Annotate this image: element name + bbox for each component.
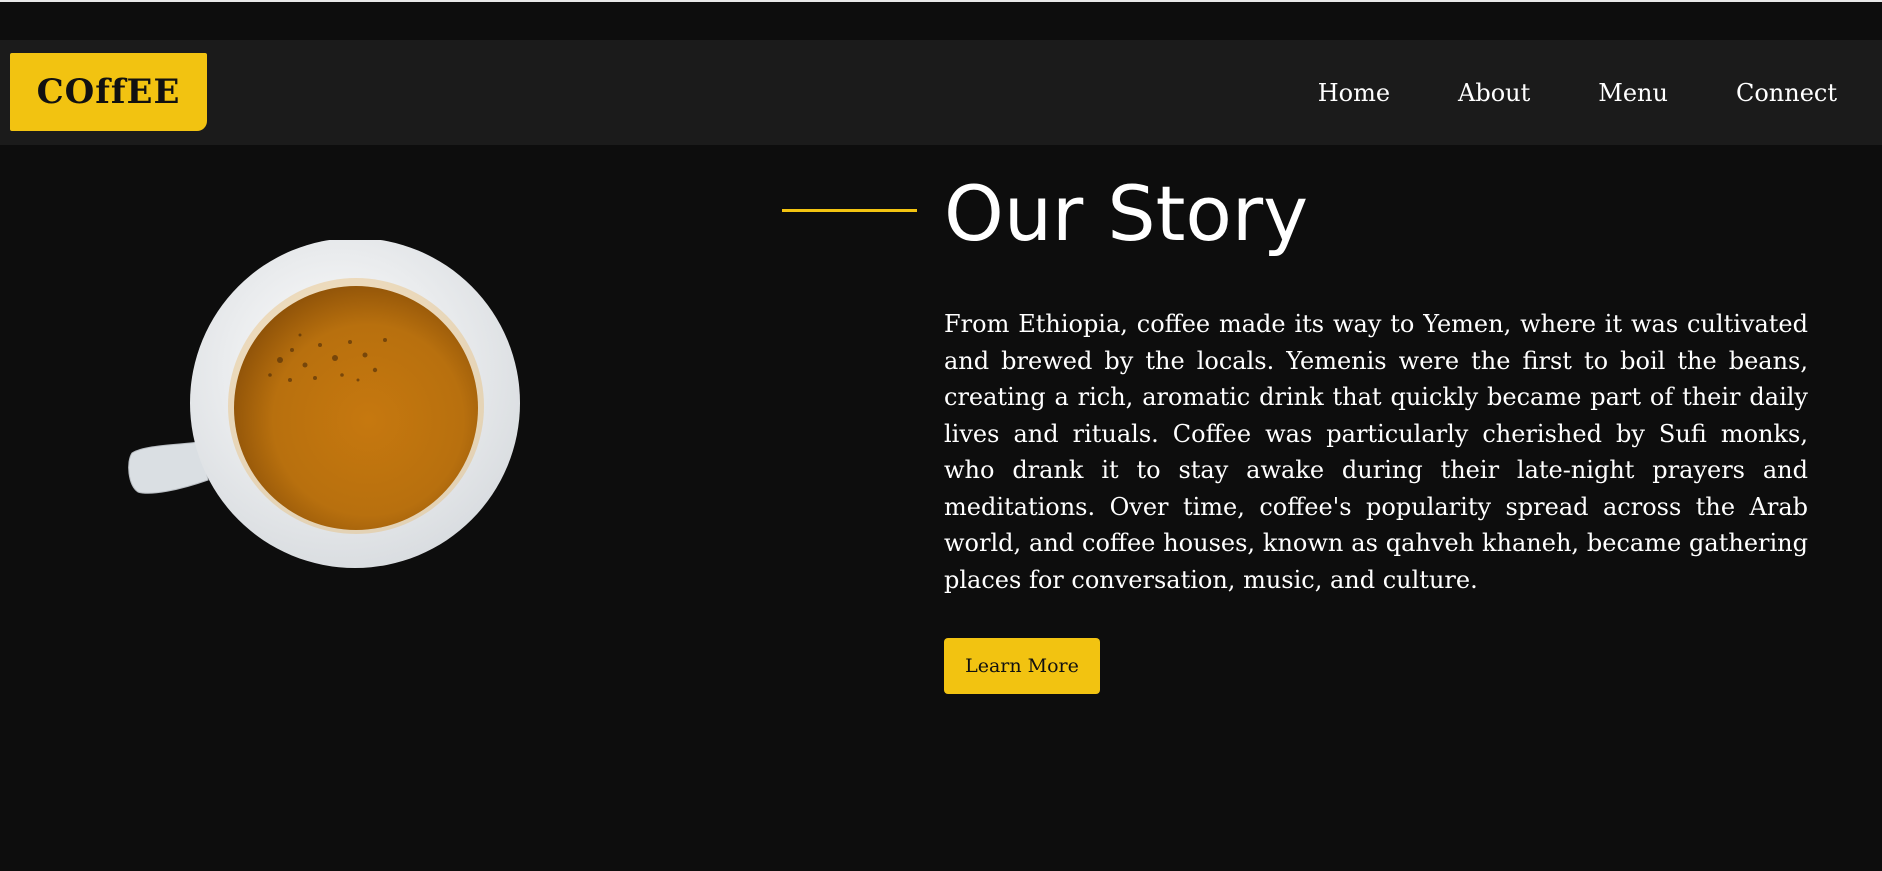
story-paragraph: From Ethiopia, coffee made its way to Ye… (944, 310, 1808, 594)
nav-link-menu[interactable]: Menu (1598, 79, 1668, 107)
logo[interactable]: COffEE (10, 53, 207, 131)
coffee-cup-icon (128, 240, 520, 568)
navbar: COffEE Home About Menu Connect (0, 40, 1882, 145)
nav-link-home[interactable]: Home (1318, 79, 1390, 107)
nav-link-about[interactable]: About (1458, 79, 1530, 107)
window-top-strip (0, 0, 1882, 2)
title-accent-line (782, 209, 917, 212)
section-title: Our Story (944, 169, 1309, 258)
nav-links: Home About Menu Connect (1250, 40, 1837, 145)
learn-more-button[interactable]: Learn More (944, 638, 1100, 694)
nav-link-connect[interactable]: Connect (1736, 79, 1837, 107)
